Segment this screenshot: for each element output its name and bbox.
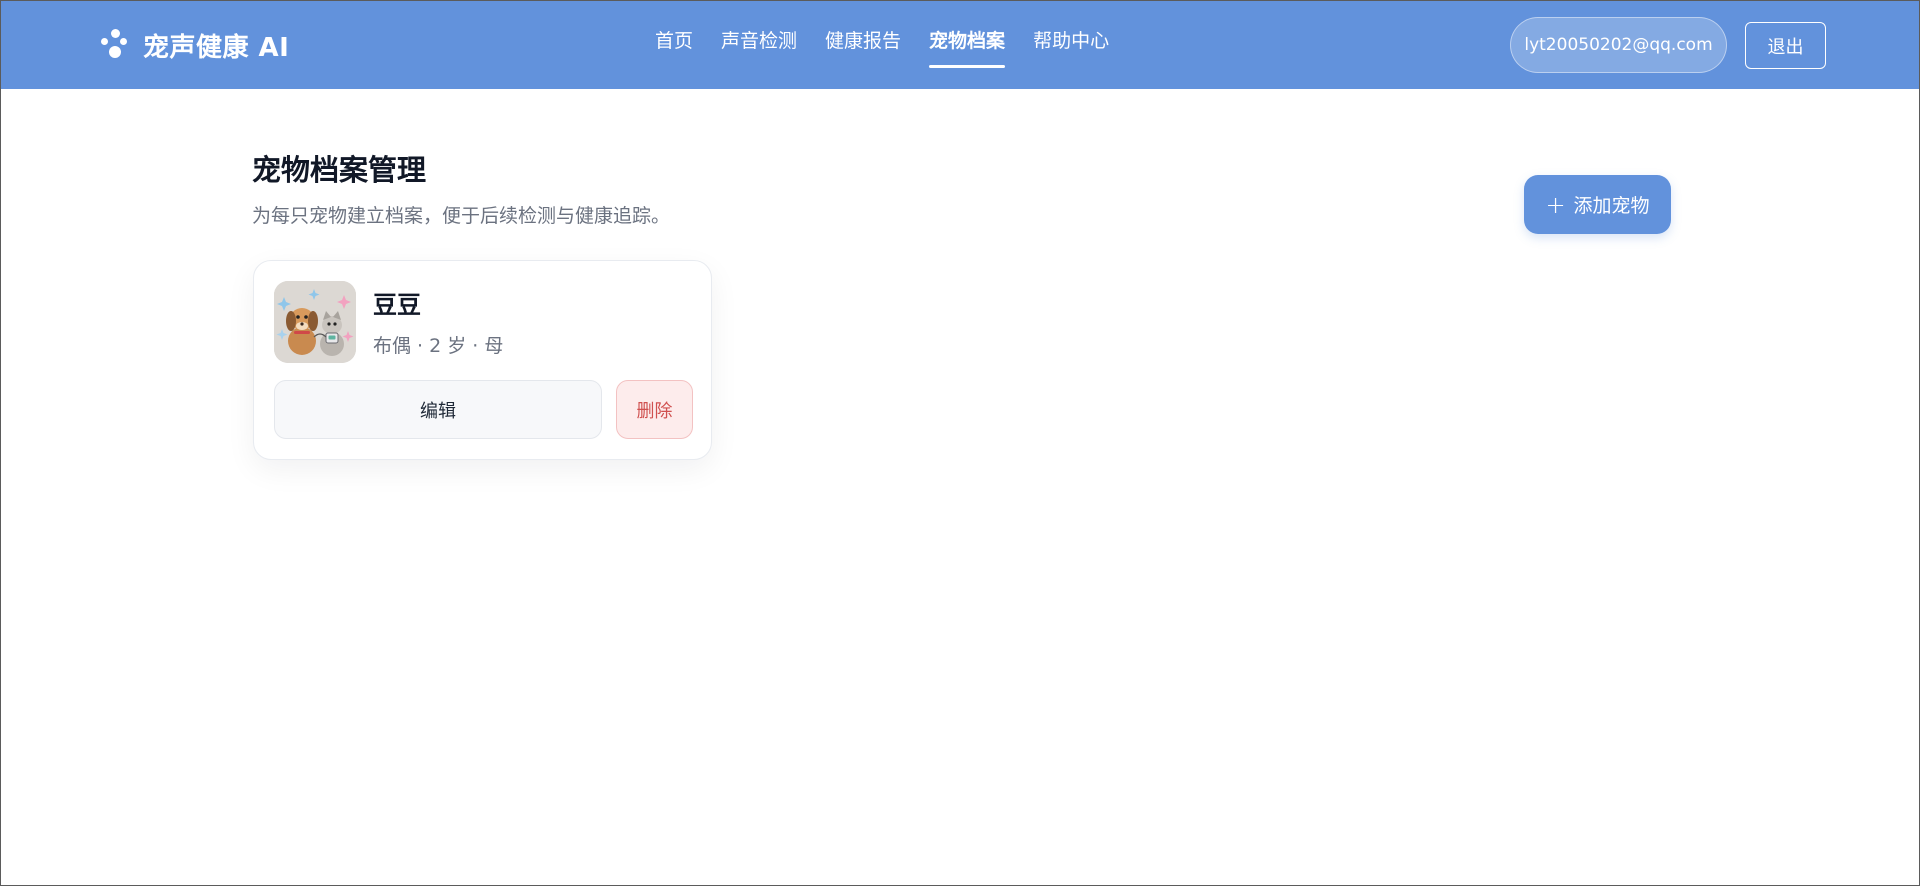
- nav-item-home[interactable]: 首页: [655, 27, 693, 67]
- delete-pet-button[interactable]: 删除: [616, 380, 693, 439]
- nav-item-pet-profiles[interactable]: 宠物档案: [929, 27, 1006, 68]
- page-title: 宠物档案管理: [252, 153, 427, 187]
- app-window: 宠声健康 AI 首页 声音检测 健康报告 宠物档案 帮助中心 lyt200502…: [0, 0, 1920, 886]
- nav-item-health-report[interactable]: 健康报告: [825, 27, 901, 67]
- edit-pet-button[interactable]: 编辑: [274, 380, 602, 439]
- top-navbar: 宠声健康 AI 首页 声音检测 健康报告 宠物档案 帮助中心 lyt200502…: [1, 1, 1919, 89]
- add-pet-button[interactable]: + 添加宠物: [1524, 175, 1671, 234]
- main-nav: 首页 声音检测 健康报告 宠物档案 帮助中心: [655, 27, 1109, 68]
- nav-item-help-center[interactable]: 帮助中心: [1033, 27, 1109, 67]
- pet-card: 豆豆 布偶 · 2 岁 · 母 编辑 删除: [253, 260, 712, 460]
- pet-meta: 布偶 · 2 岁 · 母: [373, 335, 504, 357]
- logout-button[interactable]: 退出: [1745, 22, 1826, 69]
- dog-and-cat-avatar-icon: [274, 281, 356, 363]
- add-pet-label: 添加宠物: [1573, 195, 1650, 217]
- brand-name: 宠声健康 AI: [143, 32, 290, 63]
- paw-icon: [101, 29, 129, 61]
- pet-name: 豆豆: [373, 291, 421, 319]
- page-subtitle: 为每只宠物建立档案，便于后续检测与健康追踪。: [252, 205, 671, 227]
- plus-icon: +: [1545, 190, 1566, 219]
- pet-avatar: [274, 281, 356, 363]
- nav-item-sound-detection[interactable]: 声音检测: [721, 27, 797, 67]
- brand-logo[interactable]: 宠声健康 AI: [101, 27, 289, 63]
- user-account-pill[interactable]: lyt20050202@qq.com: [1510, 17, 1727, 73]
